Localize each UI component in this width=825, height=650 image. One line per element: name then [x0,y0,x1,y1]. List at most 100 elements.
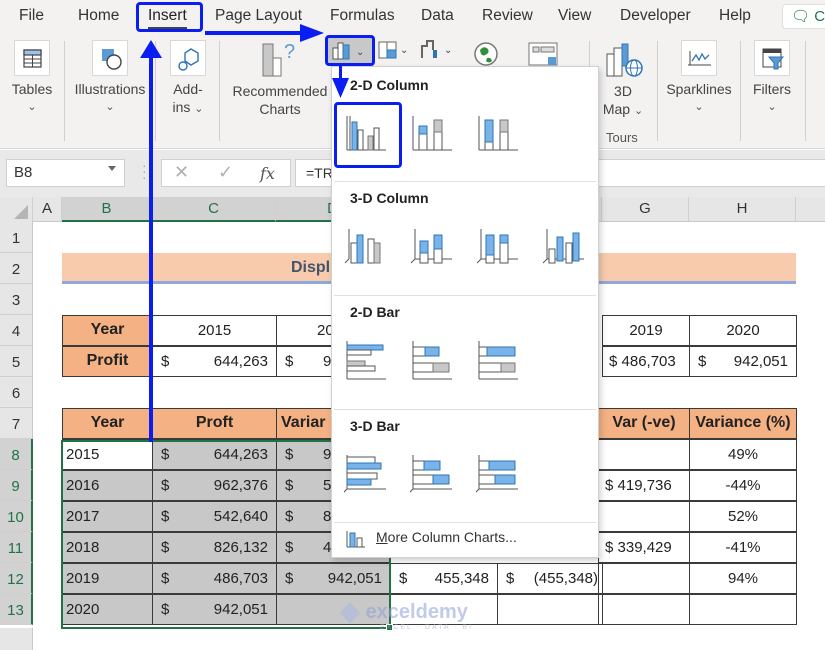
row-header-11[interactable]: 11 [0,532,33,563]
insert-function-icon[interactable]: fx [260,164,275,183]
top-profit-2019[interactable]: $ 486,703 [602,346,690,377]
cell-var-negative[interactable] [598,594,690,625]
clustered-bar-icon[interactable] [344,339,388,381]
cell-var-negative[interactable] [598,563,690,594]
row-header-10[interactable]: 10 [0,501,33,532]
column-header-a[interactable]: A [33,197,62,222]
stacked-bar-icon[interactable] [410,339,454,381]
enter-icon[interactable]: ✓ [218,162,233,183]
stacked-column-icon[interactable] [410,112,454,154]
tab-formulas[interactable]: Formulas [330,7,395,25]
cell-variance[interactable]: $942,051 [276,563,391,594]
3d-clustered-column-icon[interactable] [344,225,388,267]
cell-year[interactable]: 2015 [62,439,153,470]
cell-var-negative[interactable]: $ 419,736 [598,470,690,501]
cell-profit[interactable]: $542,640 [152,501,277,532]
top-profit-2015[interactable]: $ 644,263 [152,346,277,377]
pivot-chart-icon[interactable] [526,40,562,66]
top-year-2019[interactable]: 2019 [602,315,690,346]
top-year-label[interactable]: Year [62,315,153,346]
cell-variance-pct[interactable]: 94% [689,563,797,594]
name-box-dropdown-icon[interactable] [108,166,116,171]
tab-help[interactable]: Help [719,7,751,25]
top-year-2020[interactable]: 2020 [689,315,797,346]
3d-map-button[interactable]: 3D Map ⌄ [598,82,648,120]
filters-button[interactable]: Filters ⌄ [746,80,798,116]
waterfall-chart-button[interactable]: ⌄ [418,36,458,64]
top-year-2016-partial[interactable]: 20 [276,315,336,346]
cell-profit[interactable]: $644,263 [152,439,277,470]
illustrations-label[interactable]: Illustrations ⌄ [70,80,150,116]
filters-icon-box[interactable] [754,40,790,76]
name-box[interactable]: B8 [6,159,125,187]
100-percent-stacked-bar-icon[interactable] [476,339,520,381]
tab-view[interactable]: View [558,7,591,25]
cell-year[interactable]: 2019 [62,563,153,594]
row-header-13[interactable]: 13 [0,594,33,625]
3d-100-percent-stacked-bar-icon[interactable] [476,453,520,495]
cell-year[interactable]: 2016 [62,470,153,501]
cell-var-negative[interactable] [598,501,690,532]
formula-bar-splitter[interactable]: · · · [142,158,147,184]
row-header-3[interactable]: 3 [0,284,33,315]
top-profit-2020[interactable]: $ 942,051 [689,346,797,377]
row-header-9[interactable]: 9 [0,470,33,501]
row-header-6[interactable]: 6 [0,377,33,408]
sparklines-button[interactable]: Sparklines ⌄ [664,80,734,116]
row-header-12[interactable]: 12 [0,563,33,594]
comments-button[interactable]: 🗨 Co [782,4,825,29]
3d-100-percent-stacked-column-icon[interactable] [476,225,520,267]
tab-file[interactable]: File [19,7,44,25]
column-header-c[interactable]: C [152,197,276,222]
column-header-b[interactable]: B [62,197,152,222]
tables-label[interactable]: Tables ⌄ [8,80,56,116]
header-var-negative[interactable]: Var (-ve) [598,408,690,439]
tab-review[interactable]: Review [482,7,533,25]
column-header-h[interactable]: H [689,197,796,222]
row-header-5[interactable]: 5 [0,346,33,377]
cell-variance-pct[interactable] [689,594,797,625]
cell-variance-pct[interactable]: 49% [689,439,797,470]
addins-label[interactable]: Add- ins ⌄ [165,80,211,118]
tab-data[interactable]: Data [421,7,454,25]
cell-variance-pct[interactable]: -44% [689,470,797,501]
row-header-8[interactable]: 8 [0,439,33,470]
cell-profit[interactable]: $942,051 [152,594,277,625]
sparklines-icon-box[interactable] [681,40,717,76]
cell-year[interactable]: 2018 [62,532,153,563]
cell-variance-pct[interactable]: 52% [689,501,797,532]
column-header-g[interactable]: G [602,197,689,222]
cancel-icon[interactable]: ✕ [174,162,189,183]
tab-page-layout[interactable]: Page Layout [215,7,302,25]
cell-profit[interactable]: $962,376 [152,470,277,501]
header-year[interactable]: Year [62,408,153,439]
cell-profit[interactable]: $826,132 [152,532,277,563]
illustrations-button[interactable] [92,40,128,76]
tab-home[interactable]: Home [78,7,119,25]
cell-profit[interactable]: $486,703 [152,563,277,594]
3d-stacked-column-icon[interactable] [410,225,454,267]
cell-f13[interactable] [497,594,603,625]
tab-developer[interactable]: Developer [620,7,691,25]
maps-globe-icon[interactable] [470,40,502,66]
recommended-charts-button[interactable]: Recommended Charts [228,82,332,118]
header-profit[interactable]: Proft [152,408,277,439]
3d-column-icon[interactable] [542,225,586,267]
cell-variance-pct[interactable]: -41% [689,532,797,563]
cell-e12[interactable]: $ 455,348 [390,563,498,594]
more-column-charts-link[interactable]: More Column Charts... [376,529,517,545]
tables-button[interactable] [14,40,50,76]
header-variance-pct[interactable]: Variance (%) [689,408,797,439]
top-profit-label[interactable]: Profit [62,346,153,377]
3d-stacked-bar-icon[interactable] [410,453,454,495]
cell-year[interactable]: 2017 [62,501,153,532]
header-variance-partial[interactable]: Variar [276,408,336,439]
row-header-2[interactable]: 2 [0,253,33,284]
hierarchy-chart-button[interactable]: ⌄ [376,38,412,64]
row-header-4[interactable]: 4 [0,315,33,346]
addins-button[interactable] [170,40,206,76]
3d-clustered-bar-icon[interactable] [344,453,388,495]
row-header-7[interactable]: 7 [0,408,33,439]
cell-year[interactable]: 2020 [62,594,153,625]
cell-f12[interactable]: $ (455,348) [497,563,603,594]
